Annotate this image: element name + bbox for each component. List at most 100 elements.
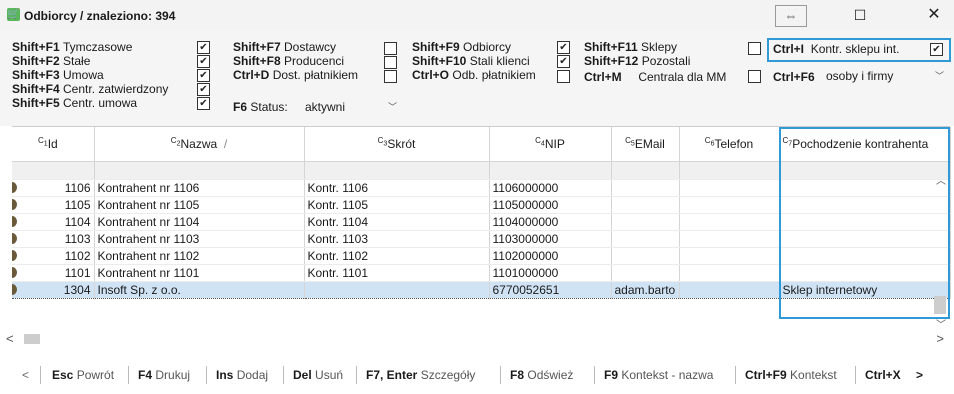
cell-telefon (679, 196, 780, 214)
filter-tymczasowe[interactable]: Shift+F1 Tymczasowe (12, 40, 132, 54)
scroll-down-icon[interactable]: ﹀ (936, 316, 946, 331)
filter-centrala-mm[interactable]: Ctrl+M Centrala dla MM (584, 70, 726, 84)
cell-id: 1104 (12, 213, 95, 231)
shortcut-key: Ctrl+I (773, 42, 805, 56)
separator (855, 366, 856, 384)
checkbox-dostawcy[interactable] (384, 42, 397, 55)
maximize-button[interactable]: ☐ (848, 4, 872, 26)
sort-indicator: / (223, 137, 228, 151)
filter-sklepy[interactable]: Shift+F11 Sklepy (584, 40, 677, 54)
column-header-email[interactable]: C5EMail (611, 127, 680, 162)
close-button[interactable]: ✕ (922, 4, 946, 26)
column-label: Telefon (714, 137, 754, 151)
filter-stale[interactable]: Shift+F2 Stałe (12, 54, 90, 68)
details-button[interactable]: F7, Enter Szczegóły (366, 368, 475, 382)
checkbox-centrala-mm[interactable] (748, 70, 761, 83)
filter-dostawcy[interactable]: Shift+F7 Dostawcy (233, 40, 336, 54)
cell-nip: 1102000000 (489, 247, 612, 265)
horizontal-scrollbar[interactable]: < > (6, 331, 946, 346)
filter-label: Sklepy (641, 40, 678, 54)
filter-cell[interactable] (611, 161, 680, 180)
filter-pozostali[interactable]: Shift+F12 Pozostali (584, 54, 690, 68)
filter-cell[interactable] (12, 161, 95, 180)
scroll-up-icon[interactable]: ︿ (936, 172, 946, 187)
filter-centr-zatwierdzony[interactable]: Shift+F4 Centr. zatwierdzony (12, 82, 168, 96)
shortcut-bar: < Esc Powrót F4 Drukuj Ins Dodaj Del Usu… (0, 354, 954, 394)
separator (500, 366, 501, 384)
status-select[interactable]: aktywni ﹀ (305, 98, 397, 116)
filter-umowa[interactable]: Shift+F3 Umowa (12, 68, 104, 82)
vertical-scrollbar[interactable]: ︿ ﹀ (934, 172, 948, 331)
add-button[interactable]: Ins Dodaj (216, 368, 268, 382)
filter-label: Odbiorcy (463, 40, 512, 54)
scroll-thumb[interactable] (934, 296, 946, 314)
ctrl-hint: C1 (38, 136, 48, 148)
column-label: Id (47, 137, 58, 151)
shortcut-key: Shift+F8 (233, 54, 281, 68)
filter-cell[interactable] (94, 161, 305, 180)
separator (283, 366, 284, 384)
checkbox-stale[interactable]: ✔ (197, 55, 210, 68)
context-button[interactable]: Ctrl+F9 Kontekst (745, 368, 837, 382)
cell-id: 1103 (12, 230, 95, 248)
column-header-nip[interactable]: C4NIP (489, 127, 612, 162)
checkbox-producenci[interactable] (384, 56, 397, 69)
scroll-left-icon[interactable]: < (6, 331, 14, 346)
toolbar-right-arrow-icon[interactable]: > (916, 368, 923, 382)
filter-producenci[interactable]: Shift+F8 Producenci (233, 54, 344, 68)
person-icon (12, 284, 17, 295)
cell-skrot: Kontr. 1104 (304, 213, 490, 231)
column-header-skrot[interactable]: C3Skrót (304, 127, 490, 162)
cell-email (611, 179, 680, 197)
column-header-id[interactable]: C1Id (12, 127, 95, 162)
checkbox-kontr-sklepu-int[interactable]: ✔ (930, 43, 943, 56)
esc-button[interactable]: Esc Powrót (52, 368, 114, 382)
cell-skrot: Kontr. 1101 (304, 264, 490, 282)
cell-skrot: Kontr. 1102 (304, 247, 490, 265)
osoby-firmy-select[interactable]: osoby i firmy ﹀ (826, 67, 944, 85)
filter-label: Odb. płatnikiem (452, 68, 536, 82)
column-header-telefon[interactable]: C6Telefon (679, 127, 780, 162)
ctrl-x-button[interactable]: Ctrl+X (865, 368, 901, 382)
filter-kontr-sklepu-int[interactable]: Ctrl+I Kontr. sklepu int. (773, 42, 899, 56)
delete-button[interactable]: Del Usuń (293, 368, 343, 382)
person-icon (12, 182, 17, 193)
checkbox-odb-platnikiem[interactable] (557, 70, 570, 83)
cell-email: adam.barto (611, 281, 680, 299)
filter-cell[interactable] (679, 161, 780, 180)
checkbox-sklepy[interactable] (748, 42, 761, 55)
toolbar-left-arrow-icon[interactable]: < (22, 368, 29, 382)
checkbox-dost-platnikiem[interactable] (384, 70, 397, 83)
column-header-nazwa[interactable]: C2Nazwa / (94, 127, 305, 162)
column-label: EMail (634, 137, 665, 151)
ctrl-hint: C5 (625, 136, 635, 148)
filter-cell[interactable] (304, 161, 490, 180)
context-name-button[interactable]: F9 Kontekst - nazwa (604, 368, 713, 382)
cell-id: 1105 (12, 196, 95, 214)
filter-odbiorcy[interactable]: Shift+F9 Odbiorcy (412, 40, 511, 54)
filter-osoby-firmy-label: Ctrl+F6 (773, 70, 815, 84)
column-label: Skrót (387, 137, 416, 151)
checkbox-centr-umowa[interactable]: ✔ (197, 97, 210, 110)
filter-centr-umowa[interactable]: Shift+F5 Centr. umowa (12, 96, 137, 110)
filter-cell[interactable] (489, 161, 612, 180)
checkbox-centr-zatwierdzony[interactable]: ✔ (197, 83, 210, 96)
filter-label: Kontr. sklepu int. (810, 42, 900, 56)
cell-telefon (679, 281, 780, 299)
print-button[interactable]: F4 Drukuj (138, 368, 190, 382)
checkbox-tymczasowe[interactable]: ✔ (197, 41, 210, 54)
filter-odb-platnikiem[interactable]: Ctrl+O Odb. płatnikiem (412, 68, 536, 82)
checkbox-odbiorcy[interactable]: ✔ (557, 41, 570, 54)
refresh-button[interactable]: F8 Odśwież (510, 368, 573, 382)
scroll-thumb-horizontal[interactable] (24, 334, 40, 344)
filter-stali-klienci[interactable]: Shift+F10 Stali klienci (412, 54, 530, 68)
filter-dost-platnikiem[interactable]: Ctrl+D Dost. płatnikiem (233, 68, 358, 82)
checkbox-umowa[interactable]: ✔ (197, 69, 210, 82)
ctrl-hint: C4 (535, 136, 545, 148)
shortcut-key: Ctrl+F6 (773, 70, 815, 84)
scroll-right-icon[interactable]: > (936, 331, 944, 346)
restore-button[interactable]: ⇔ (775, 5, 807, 27)
separator (735, 366, 736, 384)
checkbox-stali-klienci[interactable]: ✔ (557, 55, 570, 68)
shortcut-key: Ctrl+M (584, 70, 622, 84)
